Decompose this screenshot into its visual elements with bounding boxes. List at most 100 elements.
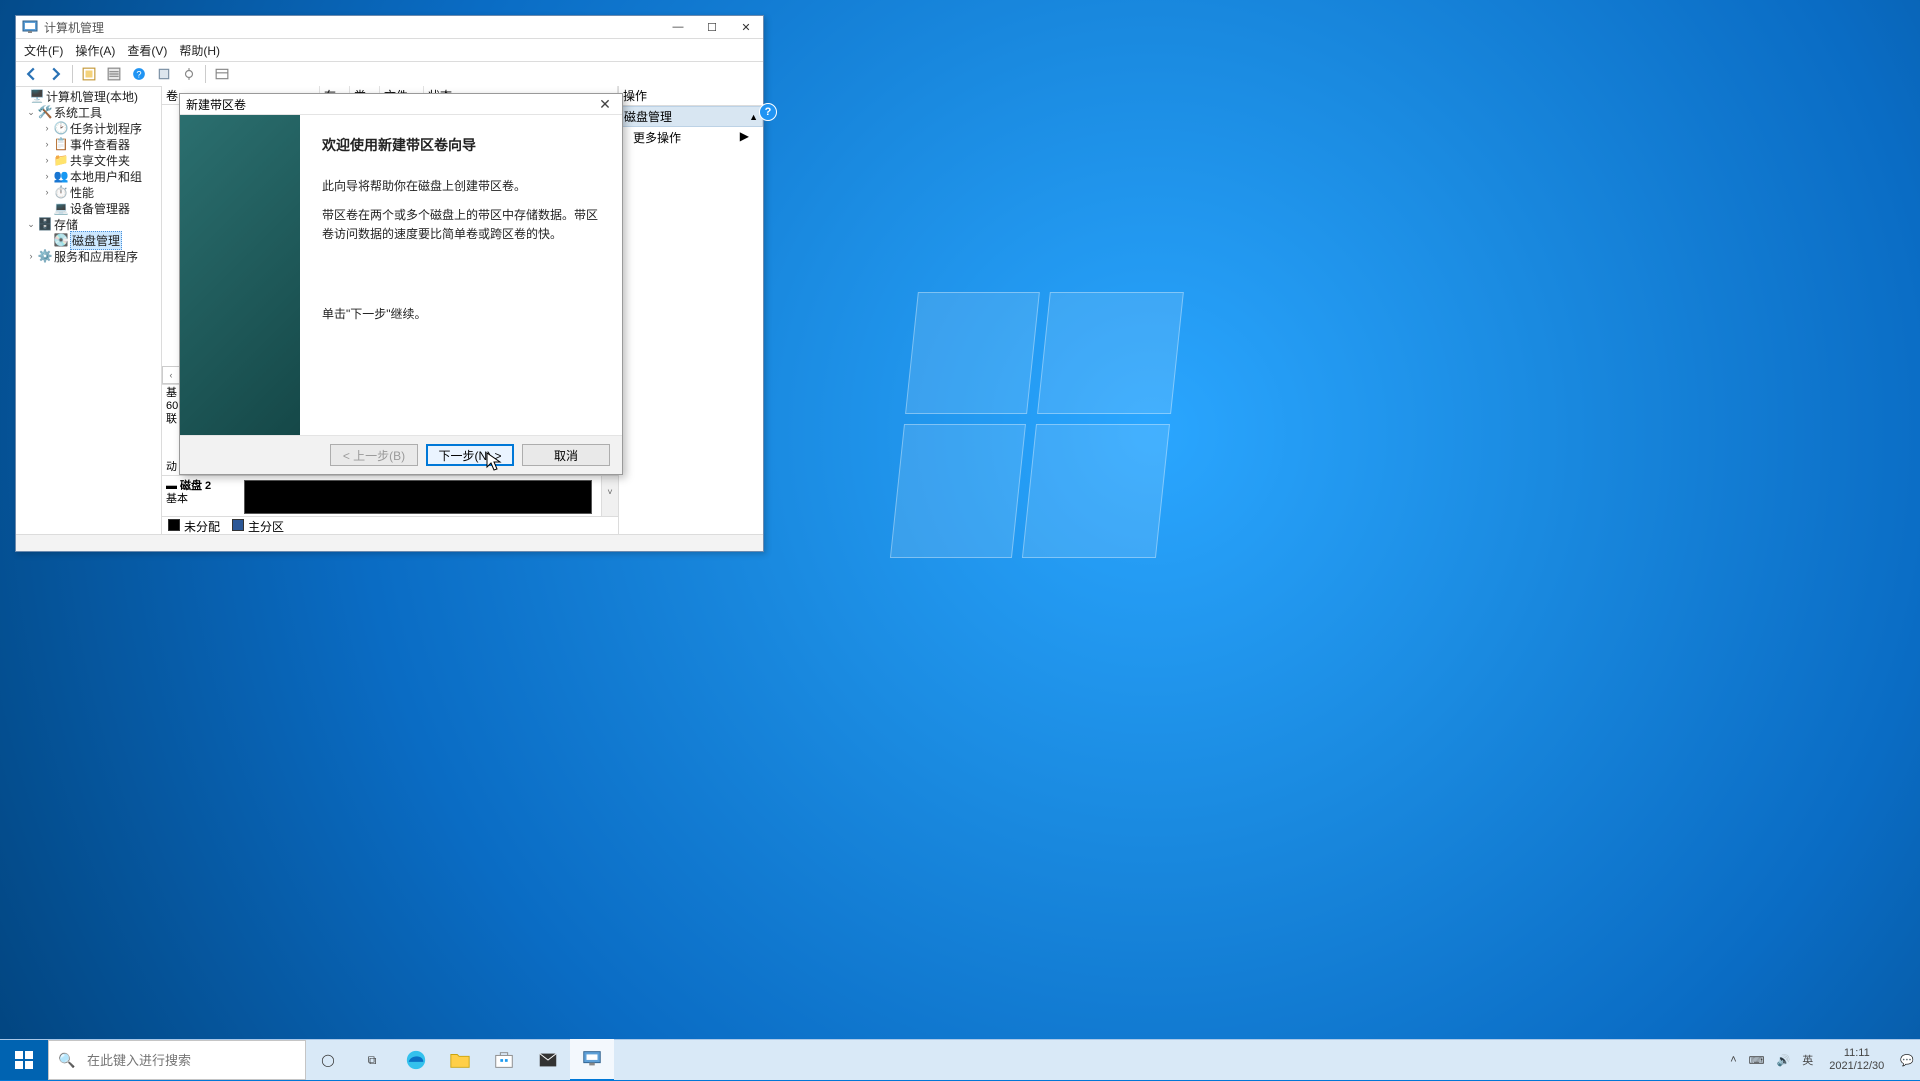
tree-local-users[interactable]: 本地用户和组	[70, 168, 142, 185]
actions-group-disk-mgmt[interactable]: 磁盘管理 ▲	[619, 106, 763, 127]
navigation-tree[interactable]: 🖥️计算机管理(本地) ⌄🛠️系统工具 ›🕑任务计划程序 ›📋事件查看器 ›📁共…	[16, 86, 162, 535]
tray-chevron-icon[interactable]: ˄	[1724, 1054, 1742, 1066]
perf-icon: ⏱️	[54, 185, 68, 199]
app-icon	[22, 19, 38, 35]
wizard-text-2: 带区卷在两个或多个磁盘上的带区中存储数据。带区卷访问数据的速度要比简单卷或跨区卷…	[322, 206, 600, 244]
wizard-heading: 欢迎使用新建带区卷向导	[322, 135, 600, 155]
background-help-icon[interactable]: ?	[759, 103, 777, 121]
tray-keyboard-icon[interactable]: ⌨	[1743, 1054, 1771, 1067]
disk-bar-icon: ▬	[166, 480, 177, 493]
legend-primary: 主分区	[248, 520, 284, 534]
mmc-icon	[581, 1048, 603, 1070]
taskbar: 🔍 ◯ ⧉ ˄ ⌨ 🔊 英 11:11 2021/12/30 💬	[0, 1039, 1920, 1080]
disk2-kind: 基本	[166, 493, 188, 505]
disk2-unallocated-block[interactable]	[244, 480, 592, 514]
clock-icon: 🕑	[54, 121, 68, 135]
start-button[interactable]	[0, 1040, 48, 1080]
tray-volume-icon[interactable]: 🔊	[1771, 1054, 1797, 1067]
services-icon: ⚙️	[38, 249, 52, 263]
tree-root[interactable]: 计算机管理(本地)	[46, 88, 138, 105]
minimize-button[interactable]: —	[661, 16, 695, 38]
wizard-close-button[interactable]: ✕	[594, 96, 616, 113]
search-input[interactable]	[85, 1040, 305, 1080]
tray-notifications-icon[interactable]: 💬	[1894, 1054, 1920, 1067]
forward-button[interactable]	[45, 63, 67, 85]
actions-header: 操作	[619, 86, 763, 106]
cortana-button[interactable]: ⧉	[350, 1040, 394, 1080]
wrench-icon: 🛠️	[38, 105, 52, 119]
wizard-text-1: 此向导将帮助你在磁盘上创建带区卷。	[322, 177, 600, 196]
tray-clock[interactable]: 11:11 2021/12/30	[1819, 1047, 1894, 1072]
titlebar[interactable]: 计算机管理 — ☐ ✕	[16, 16, 763, 39]
user-icon: 👥	[54, 169, 68, 183]
system-tray[interactable]: ˄ ⌨ 🔊 英 11:11 2021/12/30 💬	[1724, 1040, 1920, 1080]
close-button[interactable]: ✕	[729, 16, 763, 38]
legend: 未分配 主分区	[162, 516, 618, 535]
wizard-cancel-button[interactable]: 取消	[522, 444, 610, 466]
store-button[interactable]	[482, 1040, 526, 1080]
device-icon: 💻	[54, 201, 68, 215]
disk-icon: 💽	[54, 233, 68, 247]
wizard-button-row: < 上一步(B) 下一步(N) > 取消	[180, 436, 622, 474]
menu-view[interactable]: 查看(V)	[127, 42, 167, 59]
windows-logo	[890, 292, 1182, 556]
disk-layout-lower[interactable]: ▬磁盘 2 基本 ˅	[162, 475, 618, 516]
computer-management-taskbar-button[interactable]	[570, 1039, 614, 1081]
tree-performance[interactable]: 性能	[70, 184, 94, 201]
back-button[interactable]	[20, 63, 42, 85]
actions-more-label: 更多操作	[633, 129, 681, 146]
taskbar-search[interactable]: 🔍	[48, 1040, 306, 1080]
tray-ime[interactable]: 英	[1796, 1052, 1819, 1068]
wizard-back-button[interactable]: < 上一步(B)	[330, 444, 418, 466]
toolbar-button-1[interactable]	[78, 63, 100, 85]
toolbar-button-5[interactable]	[211, 63, 233, 85]
explorer-button[interactable]	[438, 1040, 482, 1080]
help-icon[interactable]: ?	[128, 63, 150, 85]
toolbar-button-3[interactable]	[153, 63, 175, 85]
chevron-right-icon: ▶	[740, 129, 749, 146]
wizard-titlebar[interactable]: 新建带区卷 ✕	[180, 94, 622, 114]
wizard-text-3: 单击"下一步"继续。	[322, 305, 600, 324]
windows-icon	[15, 1051, 33, 1069]
svg-text:?: ?	[136, 70, 141, 80]
tree-device-manager[interactable]: 设备管理器	[70, 200, 130, 217]
tree-services-apps[interactable]: 服务和应用程序	[54, 248, 138, 265]
actions-group-label: 磁盘管理	[624, 108, 672, 125]
edge-icon	[405, 1049, 427, 1071]
tree-systools[interactable]: 系统工具	[54, 104, 102, 121]
search-icon: 🔍	[49, 1052, 85, 1069]
wizard-sidebar-graphic	[180, 115, 300, 435]
collapse-up-icon[interactable]: ▲	[749, 112, 758, 122]
status-bar	[16, 534, 763, 551]
menu-bar: 文件(F) 操作(A) 查看(V) 帮助(H)	[16, 39, 763, 62]
circle-icon: ◯	[321, 1053, 334, 1067]
tree-task-scheduler[interactable]: 任务计划程序	[70, 120, 142, 137]
maximize-button[interactable]: ☐	[695, 16, 729, 38]
tree-shared-folders[interactable]: 共享文件夹	[70, 152, 130, 169]
mail-button[interactable]	[526, 1040, 570, 1080]
new-striped-volume-wizard: 新建带区卷 ✕ 欢迎使用新建带区卷向导 此向导将帮助你在磁盘上创建带区卷。 带区…	[179, 93, 623, 475]
menu-action[interactable]: 操作(A)	[75, 42, 115, 59]
computer-icon: 🖥️	[30, 89, 44, 103]
wizard-content: 欢迎使用新建带区卷向导 此向导将帮助你在磁盘上创建带区卷。 带区卷在两个或多个磁…	[300, 115, 622, 435]
scrollbar-lower[interactable]: ˅	[601, 476, 618, 516]
actions-more[interactable]: 更多操作 ▶	[619, 127, 763, 148]
folder-icon	[449, 1049, 471, 1071]
scroll-down-icon[interactable]: ˅	[604, 488, 616, 496]
wizard-next-button[interactable]: 下一步(N) >	[426, 444, 514, 466]
folder-icon: 📁	[54, 153, 68, 167]
edge-button[interactable]	[394, 1040, 438, 1080]
event-icon: 📋	[54, 137, 68, 151]
window-title: 计算机管理	[44, 19, 661, 36]
menu-file[interactable]: 文件(F)	[24, 42, 63, 59]
toolbar-button-4[interactable]	[178, 63, 200, 85]
toolbar: ?	[16, 62, 763, 87]
menu-help[interactable]: 帮助(H)	[179, 42, 220, 59]
tree-event-viewer[interactable]: 事件查看器	[70, 136, 130, 153]
storage-icon: 🗄️	[38, 217, 52, 231]
toolbar-button-2[interactable]	[103, 63, 125, 85]
actions-pane: 操作 磁盘管理 ▲ 更多操作 ▶	[619, 86, 763, 535]
timeline-icon: ⧉	[368, 1053, 377, 1068]
task-view-button[interactable]: ◯	[306, 1040, 350, 1080]
scroll-left-icon[interactable]: ‹	[162, 366, 180, 384]
